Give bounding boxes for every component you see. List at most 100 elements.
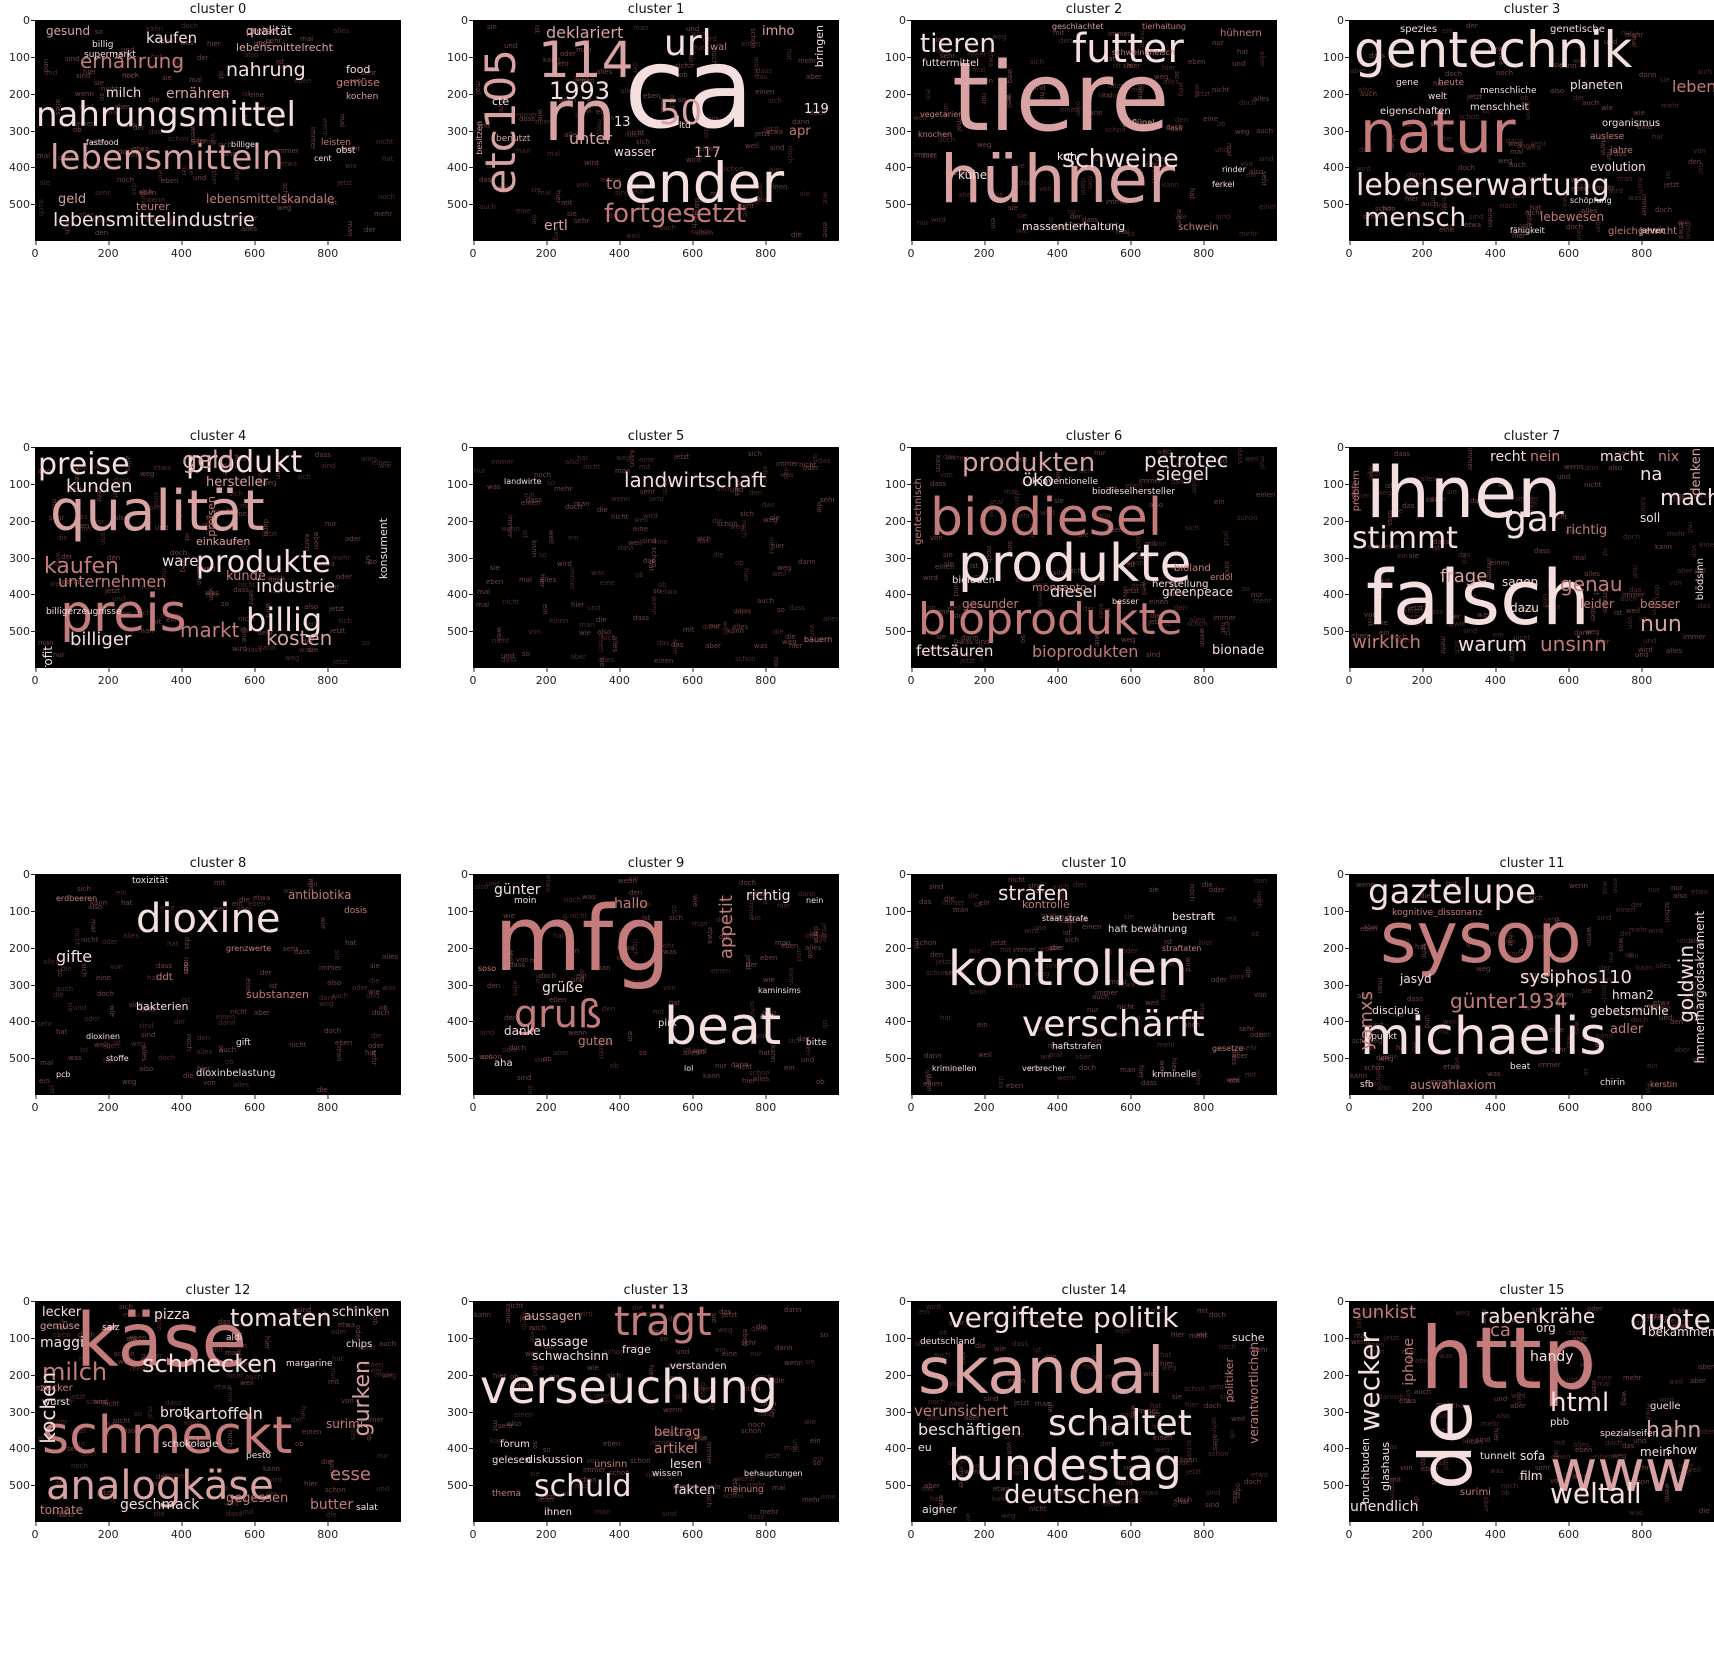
cloud-word: deklariert (546, 23, 624, 42)
filler-word: noch (748, 1421, 766, 1429)
filler-word: einen (935, 563, 955, 571)
y-tick-label: 400 (440, 1015, 473, 1028)
filler-word: einen (1486, 208, 1494, 228)
filler-word: einen (711, 967, 731, 975)
filler-word: auch (757, 597, 775, 605)
filler-word: weil (1669, 1378, 1683, 1386)
cloud-word: surimi (326, 1417, 364, 1431)
filler-word: sie (40, 179, 50, 187)
filler-word: mit (491, 1420, 499, 1432)
filler-word: wie (579, 629, 591, 637)
cloud-word: schinken (332, 1305, 390, 1320)
filler-word: so (362, 639, 370, 647)
filler-word: wird (93, 1398, 108, 1406)
filler-word: mit (214, 879, 226, 887)
cloud-word: lebensmittelskandale (206, 192, 335, 206)
cloud-word: beat (1510, 1062, 1531, 1072)
cloud-word: haftstrafen (1052, 1042, 1102, 1052)
wordcloud-image: immer alles ob weil eine immer sich ist weg so mit… (473, 447, 839, 668)
filler-word: so (1242, 585, 1250, 593)
x-tick-label: 400 (170, 1522, 192, 1541)
filler-word: also (327, 979, 342, 987)
filler-word: von (528, 628, 541, 636)
x-tick-label: 600 (1558, 241, 1580, 260)
filler-word: mal (189, 76, 203, 84)
filler-word: wie (763, 976, 775, 984)
filler-word: hat (940, 1014, 952, 1022)
filler-word: so (539, 551, 547, 559)
filler-word: von (110, 963, 123, 971)
cloud-word: ernähren (166, 86, 230, 102)
y-tick-label: 400 (878, 161, 911, 174)
y-tick-label: 500 (440, 625, 473, 638)
filler-word: weg (1001, 1512, 1016, 1520)
filler-word: die (1699, 1507, 1710, 1515)
cloud-word: dazu (1510, 601, 1539, 615)
cloud-word: pcb (56, 1070, 71, 1079)
filler-word: wie (1575, 229, 1583, 241)
filler-word: eine (516, 207, 531, 215)
wordcloud-image: nicht so jetzt hier etwa dann einen wenn noch sie… (473, 874, 839, 1095)
filler-word: dann (784, 1306, 802, 1314)
cloud-word: sunkist (1352, 1302, 1417, 1323)
x-tick-label: 200 (1411, 241, 1433, 260)
wordcloud-image: sind von weil wenn sie jetzt aber dann und jetzt i… (911, 447, 1277, 668)
filler-word: doch (372, 1009, 390, 1017)
filler-word: und (801, 1056, 815, 1064)
cloud-word: industrie (256, 576, 336, 597)
cloud-word: kuh (1057, 150, 1077, 163)
panel-title: cluster 14 (1061, 1283, 1127, 1298)
filler-word: den (197, 1034, 211, 1042)
cloud-word: ddt (156, 972, 173, 983)
y-tick-label: 300 (2, 979, 35, 992)
x-tick-label: 400 (608, 1522, 630, 1541)
filler-word: sie (94, 79, 104, 87)
y-tick-label: 100 (2, 478, 35, 491)
x-tick-label: 600 (1120, 1522, 1142, 1541)
filler-word: alles (923, 1069, 931, 1086)
x-tick-label: 200 (97, 668, 119, 687)
filler-word: und (376, 1485, 390, 1493)
filler-word: alles (1211, 1434, 1219, 1451)
filler-word: ist (1601, 548, 1609, 557)
filler-word: wird (232, 645, 247, 653)
cloud-word: unternehmen (58, 572, 167, 591)
filler-word: eine (1699, 541, 1714, 549)
filler-word: mehr (802, 1496, 821, 1504)
filler-word: ob (225, 1058, 234, 1066)
filler-word: man (1617, 175, 1633, 183)
cloud-word: geld (182, 447, 234, 474)
filler-word: nicht (81, 936, 99, 944)
y-tick-label: 300 (1316, 979, 1349, 992)
filler-word: doch (1239, 99, 1257, 107)
filler-word: nicht (73, 928, 81, 946)
filler-word: aber (1690, 1377, 1706, 1385)
filler-word: eben (335, 1039, 353, 1047)
filler-word: was (487, 483, 501, 491)
filler-word: den (930, 951, 944, 959)
x-tick-label: 600 (1558, 668, 1580, 687)
filler-word: ein (924, 89, 932, 100)
filler-word: also (1608, 464, 1623, 472)
filler-word: so (221, 600, 229, 608)
filler-word: also (1249, 168, 1264, 176)
filler-word: doch (1209, 1311, 1227, 1319)
cloud-word: moin (514, 896, 537, 906)
cloud-word: meinung (724, 1485, 764, 1495)
filler-word: jetzt (1222, 531, 1230, 547)
y-tick-label: 200 (440, 88, 473, 101)
filler-word: alles (333, 27, 350, 35)
cloud-word: bitte (806, 1038, 827, 1048)
cloud-word: heute (1438, 78, 1465, 88)
filler-word: wie (804, 1418, 816, 1426)
cloud-word: ca (1490, 1320, 1511, 1341)
filler-word: man (579, 621, 595, 629)
y-tick-label: 200 (878, 1369, 911, 1382)
cloud-word: handy (1530, 1349, 1574, 1365)
filler-word: hat (365, 1049, 377, 1057)
filler-word: ein (116, 889, 127, 897)
filler-word: jetzt (1384, 1334, 1400, 1342)
cloud-word: lebensmittelrecht (236, 41, 333, 54)
filler-word: ob (295, 1440, 304, 1448)
filler-word: jetzt (674, 453, 690, 461)
